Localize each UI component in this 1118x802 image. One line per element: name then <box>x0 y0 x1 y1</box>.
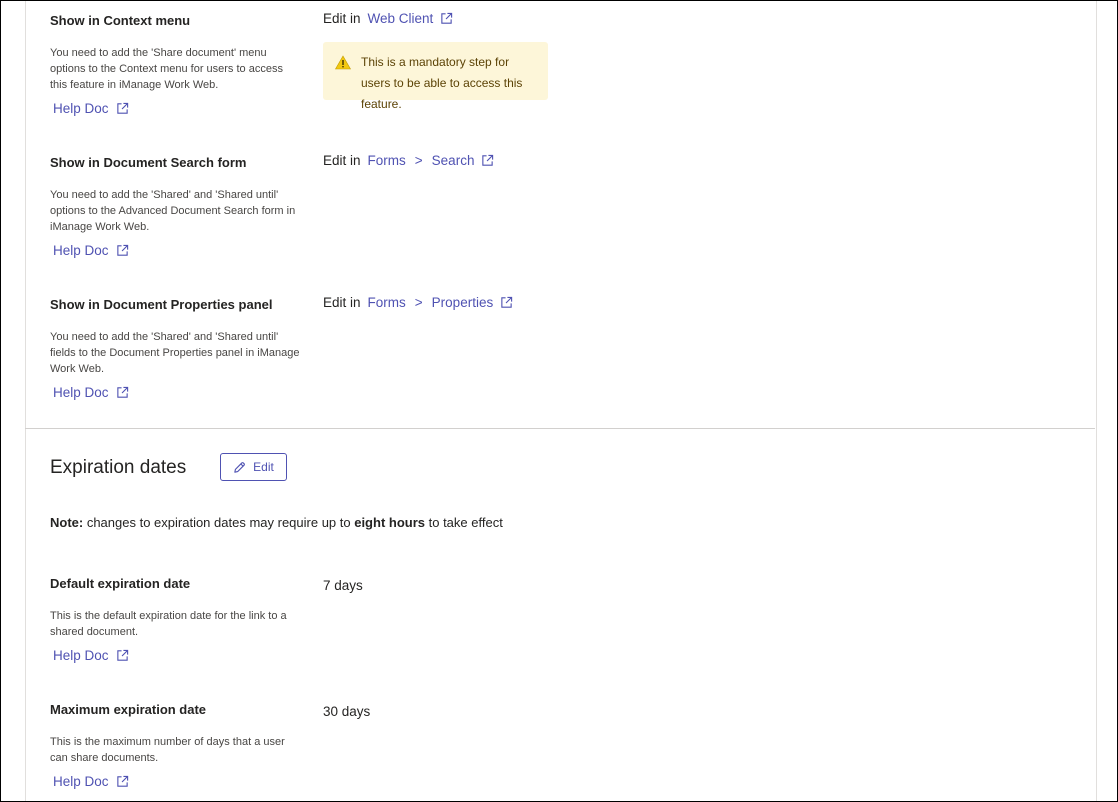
settings-window: Show in Context menu You need to add the… <box>0 0 1118 802</box>
maximum-expiration-value: 30 days <box>323 704 371 719</box>
context-menu-edit-location: Edit in Web Client <box>323 11 453 26</box>
context-menu-description: You need to add the 'Share document' men… <box>50 47 283 91</box>
default-expiration-value: 7 days <box>323 578 363 593</box>
external-link-icon <box>116 244 128 256</box>
external-link-icon <box>116 775 128 787</box>
default-expiration-description: This is the default expiration date for … <box>50 610 287 638</box>
forms-link[interactable]: Forms <box>368 153 406 168</box>
search-form-edit-location: Edit in Forms > Search <box>323 153 494 168</box>
expiration-section-title: Expiration dates <box>50 457 187 478</box>
help-doc-label: Help Doc <box>53 101 109 116</box>
properties-panel-description: You need to add the 'Shared' and 'Shared… <box>50 331 300 375</box>
default-expiration-help-link[interactable]: Help Doc <box>53 648 129 663</box>
help-doc-label: Help Doc <box>53 385 109 400</box>
help-doc-label: Help Doc <box>53 243 109 258</box>
edit-in-label: Edit in <box>323 295 361 310</box>
warning-text: This is a mandatory step for users to be… <box>361 55 523 111</box>
maximum-expiration-description: This is the maximum number of days that … <box>50 736 285 764</box>
default-expiration-title: Default expiration date <box>50 576 191 591</box>
external-link-icon <box>116 386 128 398</box>
pencil-icon <box>234 461 246 473</box>
note-text: changes to expiration dates may require … <box>83 515 355 530</box>
search-link[interactable]: Search <box>432 153 475 168</box>
maximum-expiration-title: Maximum expiration date <box>50 702 207 717</box>
settings-panel <box>25 1 1097 801</box>
external-link-icon[interactable] <box>440 12 453 25</box>
context-menu-title: Show in Context menu <box>50 13 191 28</box>
external-link-icon[interactable] <box>481 154 494 167</box>
help-doc-label: Help Doc <box>53 648 109 663</box>
search-form-help-link[interactable]: Help Doc <box>53 243 129 258</box>
properties-link[interactable]: Properties <box>432 295 494 310</box>
properties-panel-help-link[interactable]: Help Doc <box>53 385 129 400</box>
breadcrumb-separator: > <box>414 295 423 310</box>
mandatory-step-warning: This is a mandatory step for users to be… <box>323 42 548 111</box>
external-link-icon[interactable] <box>500 296 513 309</box>
properties-panel-edit-location: Edit in Forms > Properties <box>323 295 513 310</box>
search-form-title: Show in Document Search form <box>50 155 247 170</box>
section-divider <box>25 428 1095 429</box>
context-menu-help-link[interactable]: Help Doc <box>53 101 129 116</box>
help-doc-label: Help Doc <box>53 774 109 789</box>
warning-icon <box>335 55 351 70</box>
search-form-description: You need to add the 'Shared' and 'Shared… <box>50 189 296 233</box>
web-client-link[interactable]: Web Client <box>368 11 434 26</box>
edit-button-label: Edit <box>253 460 274 474</box>
external-link-icon <box>116 102 128 114</box>
breadcrumb-separator: > <box>414 153 423 168</box>
properties-panel-title: Show in Document Properties panel <box>50 297 273 312</box>
note-emphasis: eight hours <box>354 515 425 530</box>
edit-expiration-button[interactable]: Edit <box>220 453 287 481</box>
forms-link[interactable]: Forms <box>368 295 406 310</box>
maximum-expiration-help-link[interactable]: Help Doc <box>53 774 129 789</box>
edit-in-label: Edit in <box>323 153 361 168</box>
expiration-note: Note: changes to expiration dates may re… <box>50 515 503 530</box>
edit-in-label: Edit in <box>323 11 361 26</box>
external-link-icon <box>116 649 128 661</box>
note-text-end: to take effect <box>425 515 503 530</box>
note-label: Note: <box>50 515 84 530</box>
